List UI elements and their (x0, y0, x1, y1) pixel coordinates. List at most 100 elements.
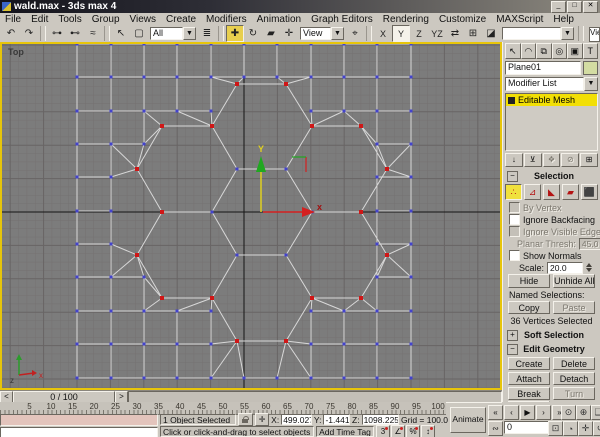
named-selection-sets-dropdown[interactable]: ▼ (502, 27, 574, 40)
selection-lock-icon[interactable] (238, 413, 254, 426)
tab-display[interactable]: ▣ (567, 43, 583, 59)
unlink-selection-button[interactable]: ⊷ (66, 25, 84, 42)
edit-stack-button[interactable]: ⊞ (580, 153, 598, 167)
viewport-canvas[interactable]: Yx Top x z (2, 42, 500, 388)
object-color-swatch[interactable] (583, 60, 598, 75)
menu-animation[interactable]: Animation (252, 14, 306, 25)
break-button[interactable]: Break (508, 387, 550, 400)
menu-edit[interactable]: Edit (26, 14, 53, 25)
restrict-y-button[interactable]: Y (392, 25, 410, 42)
z-coord-field[interactable]: 1098.225 (361, 414, 399, 425)
undo-button[interactable]: ↶ (2, 25, 20, 42)
align-button[interactable]: ◪ (482, 25, 500, 42)
absolute-mode-icon[interactable]: ✛ (255, 413, 270, 426)
scale-field[interactable]: 20.0 (547, 261, 583, 274)
modifier-stack[interactable]: Editable Mesh (505, 93, 598, 151)
menu-tools[interactable]: Tools (53, 14, 86, 25)
show-end-result-button[interactable]: ⊻ (523, 153, 542, 167)
tab-utilities[interactable]: T (582, 43, 598, 59)
restrict-z-button[interactable]: Z (410, 25, 428, 42)
macro-recorder-line[interactable] (0, 414, 158, 426)
select-and-scale-button[interactable]: ▰ (262, 25, 280, 42)
select-and-rotate-button[interactable]: ↻ (244, 25, 262, 42)
menu-customize[interactable]: Customize (434, 14, 491, 25)
menu-rendering[interactable]: Rendering (378, 14, 434, 25)
copy-named-selection-button[interactable]: Copy (508, 301, 550, 314)
close-button[interactable]: ✕ (583, 0, 598, 13)
redo-button[interactable]: ↷ (20, 25, 38, 42)
create-button[interactable]: Create (508, 357, 550, 370)
menu-group[interactable]: Group (87, 14, 125, 25)
delete-button[interactable]: Delete (553, 357, 595, 370)
animate-button[interactable]: Animate (450, 407, 486, 433)
select-object-button[interactable]: ↖ (112, 25, 130, 42)
maximize-button[interactable]: □ (567, 0, 582, 13)
modifier-stack-item[interactable]: Editable Mesh (506, 94, 597, 106)
collapse-icon[interactable]: − (507, 343, 518, 355)
collapse-icon[interactable]: − (507, 170, 518, 182)
pan-icon[interactable]: ✛ (578, 421, 593, 436)
top-viewport[interactable]: Yx Top x z (0, 42, 502, 390)
tab-motion[interactable]: ◎ (551, 43, 567, 59)
arc-rotate-icon[interactable]: ↺ (593, 421, 600, 436)
x-coord-field[interactable]: 499.027 (281, 414, 312, 425)
element-subobject-icon[interactable]: ⬛ (581, 184, 598, 200)
menu-create[interactable]: Create (161, 14, 201, 25)
remove-modifier-button[interactable]: ⊘ (561, 153, 580, 167)
go-to-start-button[interactable]: « (488, 405, 503, 420)
selection-rollout-header[interactable]: − Selection (505, 170, 598, 182)
pin-stack-button[interactable]: ↓ (505, 153, 523, 167)
percent-snap-toggle-icon[interactable]: % (406, 425, 420, 437)
menu-maxscript[interactable]: MAXScript (491, 14, 548, 25)
detach-button[interactable]: Detach (553, 372, 595, 385)
scale-spinner[interactable] (586, 263, 592, 272)
bind-to-space-warp-button[interactable]: ≈ (84, 25, 102, 42)
show-normals-checkbox[interactable] (509, 250, 520, 261)
selection-filter-dropdown[interactable]: All ▼ (150, 27, 196, 40)
ignore-visible-edges-checkbox[interactable] (509, 226, 520, 237)
restrict-plane-button[interactable]: YZ (428, 25, 446, 42)
make-unique-button[interactable]: ❖ (542, 153, 561, 167)
zoom-all-icon[interactable]: ⊕ (576, 405, 591, 420)
mirror-button[interactable]: ⇄ (446, 25, 464, 42)
vertex-subobject-icon[interactable]: ∴ (505, 184, 522, 200)
menu-file[interactable]: File (0, 14, 26, 25)
reference-coordinate-system-dropdown[interactable]: View ▼ (300, 27, 344, 40)
listener-line[interactable] (0, 427, 158, 437)
attach-button[interactable]: Attach (508, 372, 550, 385)
select-and-link-button[interactable]: ⊶ (48, 25, 66, 42)
field-of-view-icon[interactable]: ◔ (563, 421, 578, 436)
chevron-down-icon[interactable]: ▼ (183, 27, 196, 40)
region-zoom-icon[interactable]: ⊡ (548, 421, 563, 436)
menu-help[interactable]: Help (548, 14, 579, 25)
title-bar[interactable]: wald.max - 3ds max 4 _ □ ✕ (0, 0, 600, 13)
ignore-backfacing-checkbox[interactable] (509, 214, 520, 225)
face-subobject-icon[interactable]: ◣ (543, 184, 560, 200)
next-frame-button[interactable]: › (536, 405, 551, 420)
minimize-button[interactable]: _ (551, 0, 566, 13)
chevron-down-icon[interactable]: ▼ (561, 27, 574, 40)
previous-frame-button[interactable]: ‹ (504, 405, 519, 420)
expand-icon[interactable]: + (507, 329, 518, 341)
zoom-icon[interactable]: ⊙ (561, 405, 576, 420)
angle-snap-toggle-icon[interactable]: ∠ (391, 425, 405, 437)
menu-graph-editors[interactable]: Graph Editors (306, 14, 378, 25)
chevron-down-icon[interactable]: ▼ (331, 27, 344, 40)
rectangular-selection-region-button[interactable]: ▢ (130, 25, 148, 42)
hide-button[interactable]: Hide (508, 274, 550, 288)
array-button[interactable]: ⊞ (464, 25, 482, 42)
play-button[interactable]: ▶ (520, 405, 535, 420)
soft-selection-rollout-header[interactable]: + Soft Selection (505, 329, 598, 341)
edge-subobject-icon[interactable]: ⊿ (524, 184, 541, 200)
current-frame-field[interactable]: 0 (504, 421, 554, 434)
modifier-list-dropdown[interactable]: Modifier List (505, 77, 584, 91)
by-vertex-checkbox[interactable] (509, 202, 520, 213)
y-coord-field[interactable]: -1.441 (323, 414, 351, 425)
paste-named-selection-button[interactable]: Paste (553, 301, 595, 314)
modifier-list-arrow-icon[interactable]: ▼ (584, 77, 598, 91)
planar-thresh-field[interactable]: 45.0 (578, 237, 600, 250)
object-name-field[interactable]: Plane01 (505, 60, 581, 75)
polygon-subobject-icon[interactable]: ▰ (562, 184, 579, 200)
key-mode-toggle-icon[interactable]: ∾ (488, 421, 503, 436)
tab-create[interactable]: ↖ (505, 43, 521, 59)
